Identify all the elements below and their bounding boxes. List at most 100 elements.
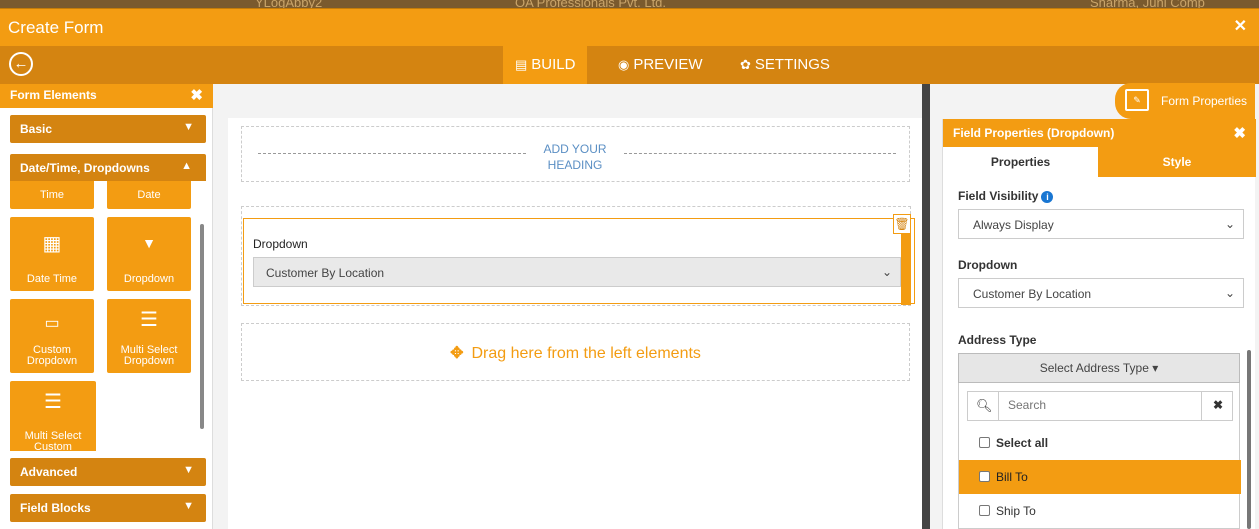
element-label: Date Time bbox=[26, 273, 78, 285]
checkbox-icon[interactable] bbox=[979, 505, 990, 516]
section-advanced[interactable]: Advanced ▼ bbox=[10, 458, 206, 486]
divider bbox=[1201, 392, 1202, 420]
address-type-menu: 🔍︎ ✖ Select all Bill To Ship To bbox=[958, 383, 1241, 529]
section-field-blocks[interactable]: Field Blocks ▼ bbox=[10, 494, 206, 522]
tab-preview[interactable]: ◉ PREVIEW bbox=[606, 46, 715, 84]
dropdown-field-value: Customer By Location bbox=[266, 266, 385, 280]
section-datetime-dropdowns[interactable]: Date/Time, Dropdowns ▲ bbox=[10, 154, 206, 183]
dropdown-source-value: Customer By Location bbox=[973, 287, 1092, 301]
eye-icon: ◉ bbox=[618, 57, 630, 72]
gear-icon: ✿ bbox=[740, 57, 751, 72]
multi-select-icon: ☰ bbox=[140, 309, 158, 331]
field-properties-title: Field Properties (Dropdown) bbox=[953, 126, 1115, 140]
calendar-clock-icon: ▦ bbox=[42, 233, 62, 255]
dropdown-source-label: Dropdown bbox=[958, 258, 1018, 272]
modal-title-bar: Create Form ✕ bbox=[0, 8, 1259, 46]
background-app-text: OA Professionals Pvt. Ltd. bbox=[515, 0, 667, 8]
close-icon[interactable]: ✕ bbox=[1234, 16, 1247, 36]
checkbox-icon[interactable] bbox=[979, 471, 990, 482]
drag-hint: ✥ Drag here from the left elements bbox=[242, 343, 909, 363]
chevron-down-icon: ⌄ bbox=[1224, 286, 1235, 300]
element-label: Multi Select Custom bbox=[24, 430, 82, 452]
dropdown-field-select[interactable]: Customer By Location ⌄ bbox=[253, 257, 901, 287]
dropdown-source-select[interactable]: Customer By Location ⌄ bbox=[958, 278, 1244, 308]
option-ship-to[interactable]: Ship To bbox=[959, 494, 1241, 528]
divider bbox=[624, 153, 896, 154]
section-advanced-label: Advanced bbox=[20, 465, 78, 479]
element-date[interactable]: Date bbox=[107, 181, 191, 209]
element-multi-select-dropdown[interactable]: ☰ Multi Select Dropdown bbox=[107, 299, 191, 373]
section-datetime-label: Date/Time, Dropdowns bbox=[20, 161, 150, 175]
tab-preview-label: PREVIEW bbox=[633, 56, 703, 73]
close-panel-icon[interactable]: ✖ bbox=[1233, 124, 1246, 142]
panel-scrollbar[interactable] bbox=[200, 224, 204, 429]
element-dropdown[interactable]: ▼ Dropdown bbox=[107, 217, 191, 291]
divider bbox=[998, 392, 999, 420]
background-app-strip: YLogAbby2 OA Professionals Pvt. Ltd. Sha… bbox=[0, 0, 1259, 8]
drag-hint-text: Drag here from the left elements bbox=[471, 345, 701, 362]
caret-down-icon: ▾ bbox=[1152, 361, 1159, 375]
tab-properties[interactable]: Properties bbox=[943, 147, 1098, 177]
form-elements-header: Form Elements ✖ bbox=[0, 84, 213, 108]
section-basic[interactable]: Basic ▼ bbox=[10, 115, 206, 143]
info-icon[interactable]: i bbox=[1041, 191, 1054, 203]
close-panel-icon[interactable]: ✖ bbox=[190, 86, 203, 104]
option-select-all[interactable]: Select all bbox=[959, 426, 1241, 460]
tab-build[interactable]: ▤ BUILD bbox=[503, 46, 588, 84]
chevron-down-icon: ⌄ bbox=[881, 265, 892, 279]
field-visibility-value: Always Display bbox=[973, 218, 1054, 232]
section-basic-label: Basic bbox=[20, 122, 53, 136]
address-type-search: 🔍︎ ✖ bbox=[967, 391, 1233, 421]
modal-title: Create Form bbox=[8, 18, 104, 37]
field-properties-panel: Field Properties (Dropdown) ✖ Properties… bbox=[942, 119, 1256, 529]
back-arrow-icon[interactable]: ← bbox=[9, 52, 33, 76]
drag-handle[interactable] bbox=[901, 234, 911, 305]
form-properties-label: Form Properties bbox=[1161, 94, 1248, 108]
field-visibility-text: Field Visibility bbox=[958, 189, 1039, 203]
form-elements-title: Form Elements bbox=[10, 88, 97, 102]
background-app-text: Sharma, Juhi Comp bbox=[1090, 0, 1205, 8]
tab-style[interactable]: Style bbox=[1098, 147, 1256, 177]
option-label: Bill To bbox=[996, 470, 1028, 484]
properties-scrollbar[interactable] bbox=[1247, 350, 1251, 529]
element-label: Custom Dropdown bbox=[26, 344, 78, 367]
form-elements-panel: Form Elements ✖ Basic ▼ Date/Time, Dropd… bbox=[0, 84, 213, 529]
element-time[interactable]: Time bbox=[10, 181, 94, 209]
tab-settings[interactable]: ✿ SETTINGS bbox=[728, 46, 842, 84]
element-palette: Time Date ▦ Date Time ▼ Dropdown ▭ Custo… bbox=[10, 181, 206, 451]
move-icon: ✥ bbox=[450, 345, 464, 362]
element-label: Time bbox=[39, 189, 65, 201]
address-type-button-label: Select Address Type bbox=[1039, 361, 1149, 375]
tab-settings-label: SETTINGS bbox=[754, 56, 830, 73]
clear-icon[interactable]: ✖ bbox=[1213, 398, 1223, 412]
element-label: Multi Select Dropdown bbox=[120, 344, 178, 367]
address-type-label: Address Type bbox=[958, 333, 1037, 347]
field-properties-header: Field Properties (Dropdown) ✖ bbox=[943, 119, 1256, 147]
form-properties-button[interactable]: ✎ Form Properties bbox=[1115, 83, 1255, 119]
builder-toolbar: ← ▤ BUILD ◉ PREVIEW ✿ SETTINGS bbox=[0, 46, 1259, 84]
trash-icon[interactable]: 🗑 bbox=[893, 214, 911, 234]
element-label: Date bbox=[137, 189, 161, 201]
chevron-down-icon: ▼ bbox=[183, 121, 194, 133]
canvas-scrollbar-track bbox=[922, 84, 930, 529]
chevron-down-icon: ▼ bbox=[183, 464, 194, 476]
element-custom-dropdown[interactable]: ▭ Custom Dropdown bbox=[10, 299, 94, 373]
element-multi-select-custom[interactable]: ☰ Multi Select Custom bbox=[10, 381, 96, 451]
background-app-text: YLogAbby2 bbox=[255, 0, 323, 8]
field-visibility-label: Field Visibility i bbox=[958, 189, 1054, 203]
multi-select-icon: ☰ bbox=[44, 391, 62, 413]
address-type-button[interactable]: Select Address Type ▾ bbox=[958, 353, 1240, 383]
dropdown-field[interactable]: Dropdown Customer By Location ⌄ bbox=[243, 218, 915, 304]
heading-placeholder-text: ADD YOUR HEADING bbox=[543, 142, 607, 172]
heading-placeholder[interactable]: ADD YOUR HEADING bbox=[241, 126, 910, 182]
divider bbox=[258, 153, 526, 154]
checkbox-icon[interactable] bbox=[979, 437, 990, 448]
option-label: Ship To bbox=[996, 504, 1036, 518]
search-input[interactable] bbox=[1008, 398, 1188, 412]
section-field-blocks-label: Field Blocks bbox=[20, 501, 91, 515]
element-date-time[interactable]: ▦ Date Time bbox=[10, 217, 94, 291]
option-bill-to[interactable]: Bill To bbox=[959, 460, 1241, 494]
field-visibility-select[interactable]: Always Display ⌄ bbox=[958, 209, 1244, 239]
element-label: Dropdown bbox=[123, 273, 175, 285]
drag-drop-area[interactable]: ✥ Drag here from the left elements bbox=[241, 323, 910, 381]
